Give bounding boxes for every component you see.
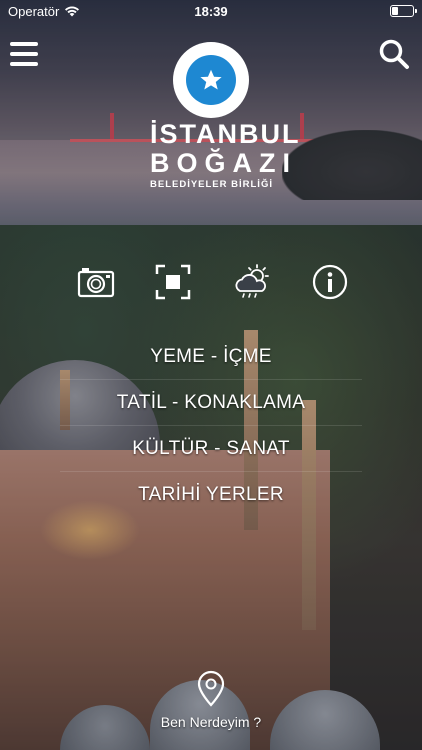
quick-actions (76, 262, 350, 302)
main-menu: YEME - İÇME TATİL - KONAKLAMA KÜLTÜR - S… (60, 334, 362, 518)
location-pin-icon (197, 670, 225, 707)
logo-emblem (173, 42, 249, 118)
logo-line-3: BELEDİYELER BİRLİĞİ (150, 179, 273, 190)
menu-item-tarihi-yerler[interactable]: TARİHİ YERLER (60, 472, 362, 518)
menu-item-tatil-konaklama[interactable]: TATİL - KONAKLAMA (60, 380, 362, 426)
logo-wordmark: İSTANBUL BOĞAZI BELEDİYELER BİRLİĞİ (150, 119, 301, 191)
hamburger-menu-icon[interactable] (10, 40, 38, 68)
where-am-i-button[interactable]: Ben Nerdeyim ? (150, 670, 272, 730)
menu-item-yeme-icme[interactable]: YEME - İÇME (60, 334, 362, 380)
wifi-icon (65, 6, 80, 17)
logo-line-2: BOĞAZI (150, 148, 297, 178)
where-am-i-label: Ben Nerdeyim ? (160, 714, 262, 730)
search-icon[interactable] (378, 38, 410, 70)
menu-item-kultur-sanat[interactable]: KÜLTÜR - SANAT (60, 426, 362, 472)
weather-cloud-sun-icon[interactable] (232, 262, 272, 302)
camera-icon[interactable] (76, 262, 116, 302)
carrier-name: Operatör (8, 3, 60, 19)
battery-icon (390, 5, 417, 17)
info-icon[interactable] (310, 262, 350, 302)
status-bar: Operatör 18:39 (0, 0, 422, 22)
focus-frame-icon[interactable] (153, 262, 193, 302)
carrier-info: Operatör (8, 4, 80, 19)
star-icon (200, 69, 222, 90)
logo-line-1: İSTANBUL (150, 119, 301, 149)
